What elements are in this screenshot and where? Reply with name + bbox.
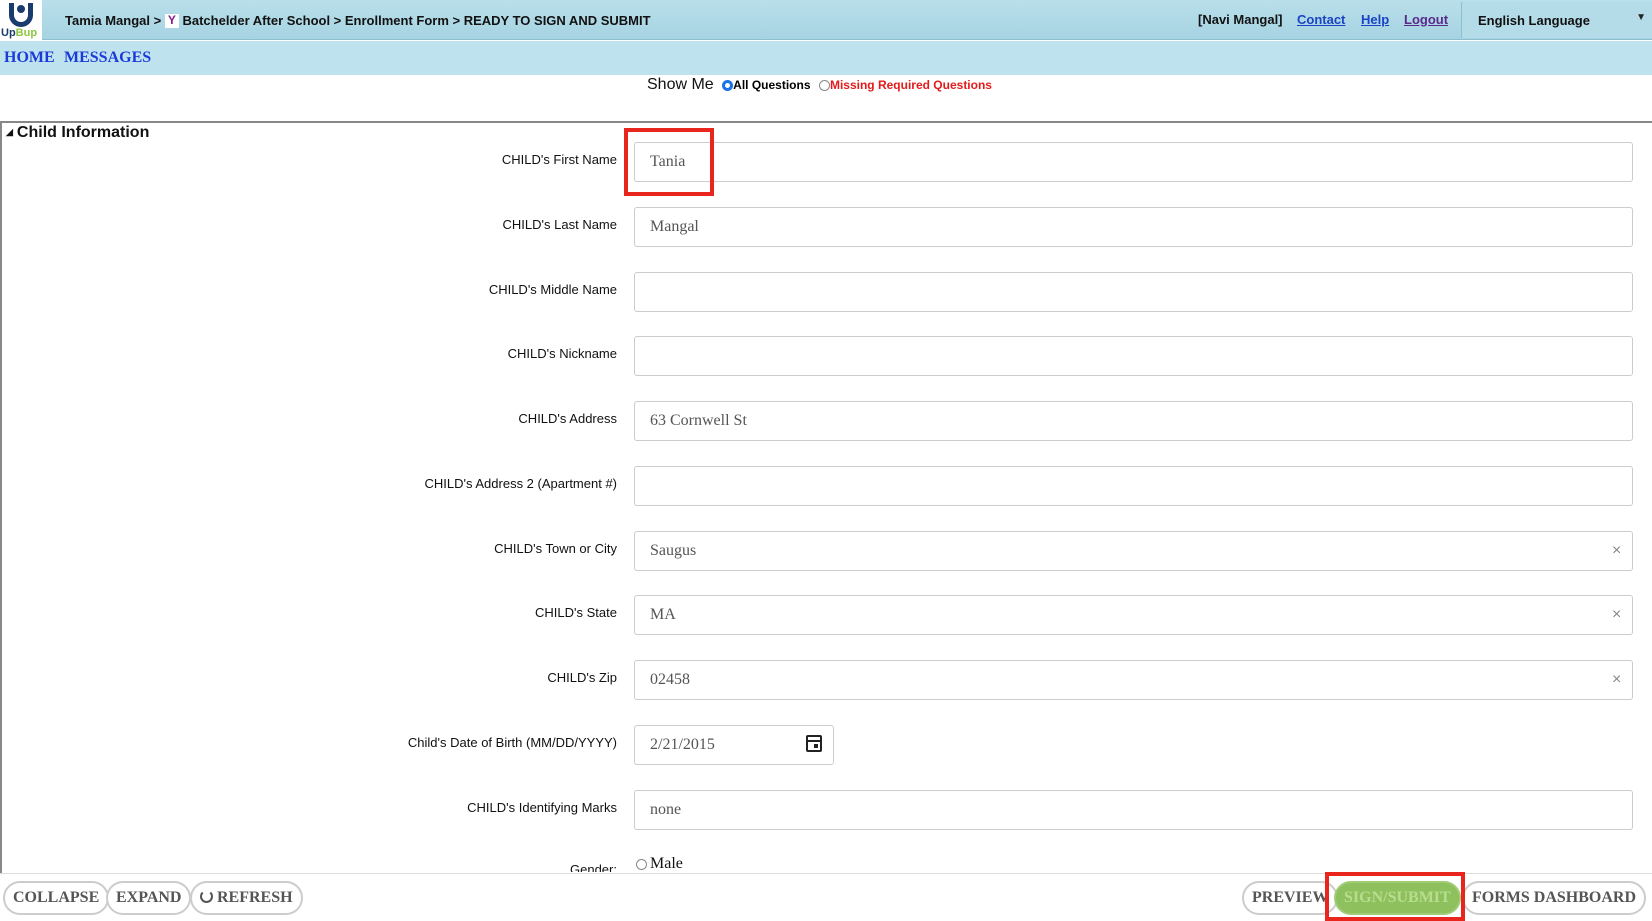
refresh-label: REFRESH: [217, 889, 293, 906]
identifying-marks-input[interactable]: none: [634, 790, 1633, 830]
field-label: CHILD's Zip: [547, 670, 617, 685]
gender-male-radio[interactable]: [636, 858, 647, 870]
top-bar: UpBup Tamia Mangal > Y Batchelder After …: [0, 0, 1652, 40]
forms-dashboard-button[interactable]: FORMS DASHBOARD: [1462, 881, 1647, 915]
field-state: CHILD's State MA ×: [0, 595, 1652, 635]
field-label: Child's Date of Birth (MM/DD/YYYY): [407, 735, 617, 750]
field-label: CHILD's Nickname: [507, 346, 617, 361]
language-select-value: English Language: [1478, 13, 1590, 28]
logo-text-up: Up: [1, 27, 16, 39]
missing-questions-radio[interactable]: [818, 79, 830, 91]
field-label: CHILD's Last Name: [502, 217, 617, 232]
field-last-name: CHILD's Last Name Mangal: [0, 207, 1652, 247]
highlight-box-sign-submit: [1325, 872, 1465, 921]
field-identifying-marks: CHILD's Identifying Marks none: [0, 790, 1652, 830]
section-toggle[interactable]: ◢ Child Information: [6, 124, 149, 142]
preview-button[interactable]: PREVIEW: [1242, 881, 1339, 915]
gender-label: Gender:: [570, 862, 617, 872]
field-dob: Child's Date of Birth (MM/DD/YYYY) 2/21/…: [0, 725, 1652, 765]
field-label: CHILD's Middle Name: [488, 282, 617, 297]
logout-link[interactable]: Logout: [1404, 12, 1448, 27]
help-link[interactable]: Help: [1361, 12, 1389, 27]
nav-home[interactable]: HOME: [4, 49, 55, 67]
gender-option-male[interactable]: Male: [636, 855, 683, 873]
gender-male-label[interactable]: Male: [650, 855, 683, 872]
logo-text-bup: Bup: [15, 27, 38, 39]
calendar-icon[interactable]: [806, 735, 822, 752]
show-me-filter: Show Me All Questions Missing Required Q…: [647, 76, 992, 94]
section-title: Child Information: [16, 124, 150, 141]
highlight-box-first-name: [624, 128, 714, 196]
field-label: CHILD's Address: [518, 411, 617, 426]
zip-select[interactable]: 02458: [634, 660, 1633, 700]
refresh-button[interactable]: REFRESH: [190, 881, 303, 915]
last-name-input[interactable]: Mangal: [634, 207, 1633, 247]
field-middle-name: CHILD's Middle Name: [0, 272, 1652, 312]
all-questions-label[interactable]: All Questions: [733, 78, 810, 92]
upbup-logo[interactable]: UpBup: [0, 0, 42, 40]
all-questions-radio[interactable]: [722, 79, 734, 91]
ymca-icon: Y: [164, 14, 179, 28]
field-label: CHILD's Town or City: [494, 541, 617, 556]
breadcrumb-path: Batchelder After School > Enrollment For…: [182, 13, 651, 28]
first-name-input[interactable]: Tania: [634, 142, 1633, 182]
missing-questions-label[interactable]: Missing Required Questions: [830, 78, 992, 92]
field-label: CHILD's First Name: [501, 152, 617, 167]
field-address: CHILD's Address 63 Cornwell St: [0, 401, 1652, 441]
address2-input[interactable]: [634, 466, 1633, 506]
field-town: CHILD's Town or City Saugus ×: [0, 531, 1652, 571]
divider: [0, 121, 1652, 123]
address-input[interactable]: 63 Cornwell St: [634, 401, 1633, 441]
town-select[interactable]: Saugus: [634, 531, 1633, 571]
breadcrumb-user[interactable]: Tamia Mangal >: [65, 13, 161, 28]
current-user: [Navi Mangal]: [1198, 12, 1283, 27]
field-nickname: CHILD's Nickname: [0, 336, 1652, 376]
collapse-triangle-icon: ◢: [6, 127, 13, 137]
collapse-button[interactable]: COLLAPSE: [3, 881, 110, 915]
refresh-icon: [200, 890, 213, 903]
state-select[interactable]: MA: [634, 595, 1633, 635]
field-label: CHILD's State: [535, 605, 617, 620]
field-address2: CHILD's Address 2 (Apartment #): [0, 466, 1652, 506]
nav-bar: HOME MESSAGES: [0, 41, 1652, 75]
clear-icon[interactable]: ×: [1612, 671, 1621, 689]
language-select[interactable]: English Language ▼: [1461, 2, 1652, 38]
field-zip: CHILD's Zip 02458 ×: [0, 660, 1652, 700]
field-label: CHILD's Identifying Marks: [467, 800, 617, 815]
show-me-title: Show Me: [647, 76, 714, 93]
chevron-down-icon: ▼: [1636, 12, 1646, 23]
field-first-name: CHILD's First Name Tania: [0, 142, 1652, 182]
nickname-input[interactable]: [634, 336, 1633, 376]
middle-name-input[interactable]: [634, 272, 1633, 312]
logo-mark-icon: [9, 3, 33, 27]
contact-link[interactable]: Contact: [1297, 12, 1345, 27]
dob-input[interactable]: 2/21/2015: [634, 725, 834, 765]
expand-button[interactable]: EXPAND: [106, 881, 192, 915]
nav-messages[interactable]: MESSAGES: [64, 49, 151, 67]
breadcrumb: Tamia Mangal > Y Batchelder After School…: [65, 13, 651, 28]
field-label: CHILD's Address 2 (Apartment #): [424, 476, 618, 491]
clear-icon[interactable]: ×: [1612, 606, 1621, 624]
clear-icon[interactable]: ×: [1612, 542, 1621, 560]
